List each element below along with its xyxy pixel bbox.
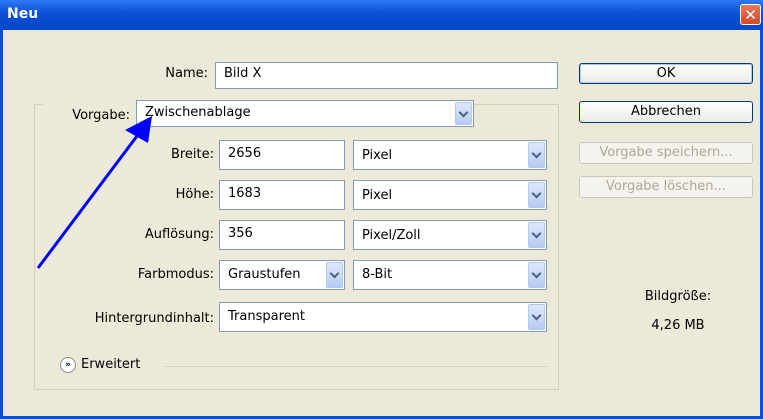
annotation-arrow xyxy=(36,116,152,269)
arrow-shaft xyxy=(36,131,142,269)
arrow-head xyxy=(125,116,152,143)
